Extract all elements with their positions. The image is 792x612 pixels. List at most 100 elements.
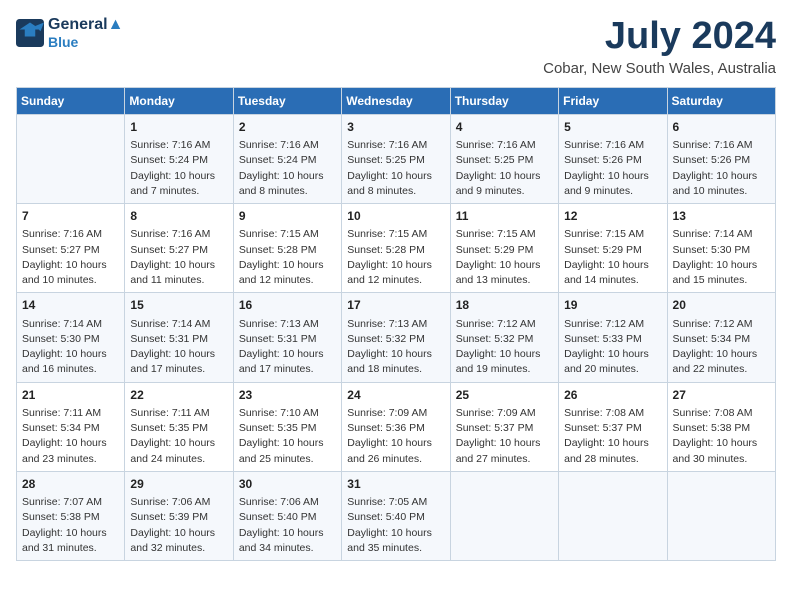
day-number: 22	[130, 387, 227, 404]
logo-text: General▲ Blue	[48, 16, 123, 50]
column-header-saturday: Saturday	[667, 87, 775, 114]
day-number: 3	[347, 119, 444, 136]
calendar-cell: 18 Sunrise: 7:12 AM Sunset: 5:32 PM Dayli…	[450, 293, 558, 382]
week-row-3: 14 Sunrise: 7:14 AM Sunset: 5:30 PM Dayli…	[17, 293, 776, 382]
day-number: 14	[22, 297, 119, 314]
day-number: 12	[564, 208, 661, 225]
day-info: Sunrise: 7:12 AM Sunset: 5:34 PM Dayligh…	[673, 317, 770, 378]
day-number: 7	[22, 208, 119, 225]
day-info: Sunrise: 7:13 AM Sunset: 5:31 PM Dayligh…	[239, 317, 336, 378]
calendar-cell: 22 Sunrise: 7:11 AM Sunset: 5:35 PM Dayli…	[125, 382, 233, 471]
title-block: July 2024 Cobar, New South Wales, Austra…	[543, 16, 776, 77]
calendar-cell: 9 Sunrise: 7:15 AM Sunset: 5:28 PM Daylig…	[233, 204, 341, 293]
calendar-cell: 29 Sunrise: 7:06 AM Sunset: 5:39 PM Dayli…	[125, 471, 233, 560]
day-number: 31	[347, 476, 444, 493]
day-info: Sunrise: 7:09 AM Sunset: 5:37 PM Dayligh…	[456, 406, 553, 467]
calendar-cell: 11Sunrise: 7:15 AM Sunset: 5:29 PM Dayli…	[450, 204, 558, 293]
calendar-cell: 23 Sunrise: 7:10 AM Sunset: 5:35 PM Dayli…	[233, 382, 341, 471]
calendar-cell: 30 Sunrise: 7:06 AM Sunset: 5:40 PM Dayli…	[233, 471, 341, 560]
day-info: Sunrise: 7:11 AM Sunset: 5:34 PM Dayligh…	[22, 406, 119, 467]
calendar-cell: 13 Sunrise: 7:14 AM Sunset: 5:30 PM Dayli…	[667, 204, 775, 293]
day-number: 1	[130, 119, 227, 136]
day-info: Sunrise: 7:08 AM Sunset: 5:38 PM Dayligh…	[673, 406, 770, 467]
calendar-cell: 27 Sunrise: 7:08 AM Sunset: 5:38 PM Dayli…	[667, 382, 775, 471]
calendar-cell	[450, 471, 558, 560]
day-number: 25	[456, 387, 553, 404]
day-info: Sunrise: 7:16 AM Sunset: 5:24 PM Dayligh…	[130, 138, 227, 199]
day-info: Sunrise: 7:15 AM Sunset: 5:28 PM Dayligh…	[347, 227, 444, 288]
calendar-cell: 31 Sunrise: 7:05 AM Sunset: 5:40 PM Dayli…	[342, 471, 450, 560]
week-row-1: 1 Sunrise: 7:16 AM Sunset: 5:24 PM Daylig…	[17, 114, 776, 203]
calendar-cell: 5 Sunrise: 7:16 AM Sunset: 5:26 PM Daylig…	[559, 114, 667, 203]
day-number: 29	[130, 476, 227, 493]
calendar-cell	[667, 471, 775, 560]
day-info: Sunrise: 7:05 AM Sunset: 5:40 PM Dayligh…	[347, 495, 444, 556]
day-info: Sunrise: 7:16 AM Sunset: 5:27 PM Dayligh…	[22, 227, 119, 288]
day-info: Sunrise: 7:12 AM Sunset: 5:32 PM Dayligh…	[456, 317, 553, 378]
day-info: Sunrise: 7:06 AM Sunset: 5:39 PM Dayligh…	[130, 495, 227, 556]
calendar-cell: 28 Sunrise: 7:07 AM Sunset: 5:38 PM Dayli…	[17, 471, 125, 560]
day-info: Sunrise: 7:16 AM Sunset: 5:26 PM Dayligh…	[673, 138, 770, 199]
calendar-cell: 12 Sunrise: 7:15 AM Sunset: 5:29 PM Dayli…	[559, 204, 667, 293]
day-number: 20	[673, 297, 770, 314]
day-info: Sunrise: 7:10 AM Sunset: 5:35 PM Dayligh…	[239, 406, 336, 467]
calendar-cell: 17 Sunrise: 7:13 AM Sunset: 5:32 PM Dayli…	[342, 293, 450, 382]
day-number: 17	[347, 297, 444, 314]
calendar-cell: 19Sunrise: 7:12 AM Sunset: 5:33 PM Dayli…	[559, 293, 667, 382]
calendar-cell	[559, 471, 667, 560]
day-info: Sunrise: 7:16 AM Sunset: 5:27 PM Dayligh…	[130, 227, 227, 288]
day-number: 11	[456, 208, 553, 225]
logo-icon	[16, 19, 44, 47]
day-info: Sunrise: 7:15 AM Sunset: 5:28 PM Dayligh…	[239, 227, 336, 288]
calendar-cell: 8 Sunrise: 7:16 AM Sunset: 5:27 PM Daylig…	[125, 204, 233, 293]
day-number: 18	[456, 297, 553, 314]
day-number: 26	[564, 387, 661, 404]
column-header-thursday: Thursday	[450, 87, 558, 114]
calendar-cell: 21 Sunrise: 7:11 AM Sunset: 5:34 PM Dayli…	[17, 382, 125, 471]
calendar-cell: 1 Sunrise: 7:16 AM Sunset: 5:24 PM Daylig…	[125, 114, 233, 203]
calendar-cell: 16Sunrise: 7:13 AM Sunset: 5:31 PM Dayli…	[233, 293, 341, 382]
day-number: 8	[130, 208, 227, 225]
day-number: 27	[673, 387, 770, 404]
day-number: 24	[347, 387, 444, 404]
day-number: 28	[22, 476, 119, 493]
day-info: Sunrise: 7:16 AM Sunset: 5:25 PM Dayligh…	[347, 138, 444, 199]
week-row-5: 28 Sunrise: 7:07 AM Sunset: 5:38 PM Dayli…	[17, 471, 776, 560]
day-info: Sunrise: 7:13 AM Sunset: 5:32 PM Dayligh…	[347, 317, 444, 378]
column-header-tuesday: Tuesday	[233, 87, 341, 114]
day-info: Sunrise: 7:16 AM Sunset: 5:24 PM Dayligh…	[239, 138, 336, 199]
header-row: SundayMondayTuesdayWednesdayThursdayFrid…	[17, 87, 776, 114]
day-number: 21	[22, 387, 119, 404]
calendar-cell: 6Sunrise: 7:16 AM Sunset: 5:26 PM Daylig…	[667, 114, 775, 203]
logo: General▲ Blue	[16, 16, 123, 50]
day-info: Sunrise: 7:12 AM Sunset: 5:33 PM Dayligh…	[564, 317, 661, 378]
day-info: Sunrise: 7:14 AM Sunset: 5:30 PM Dayligh…	[22, 317, 119, 378]
day-info: Sunrise: 7:06 AM Sunset: 5:40 PM Dayligh…	[239, 495, 336, 556]
week-row-2: 7 Sunrise: 7:16 AM Sunset: 5:27 PM Daylig…	[17, 204, 776, 293]
day-number: 5	[564, 119, 661, 136]
day-number: 2	[239, 119, 336, 136]
day-info: Sunrise: 7:14 AM Sunset: 5:30 PM Dayligh…	[673, 227, 770, 288]
day-number: 9	[239, 208, 336, 225]
day-number: 30	[239, 476, 336, 493]
calendar-cell: 25 Sunrise: 7:09 AM Sunset: 5:37 PM Dayli…	[450, 382, 558, 471]
day-number: 13	[673, 208, 770, 225]
column-header-monday: Monday	[125, 87, 233, 114]
day-info: Sunrise: 7:16 AM Sunset: 5:26 PM Dayligh…	[564, 138, 661, 199]
calendar-cell: 3 Sunrise: 7:16 AM Sunset: 5:25 PM Daylig…	[342, 114, 450, 203]
day-info: Sunrise: 7:16 AM Sunset: 5:25 PM Dayligh…	[456, 138, 553, 199]
column-header-sunday: Sunday	[17, 87, 125, 114]
calendar-cell: 26Sunrise: 7:08 AM Sunset: 5:37 PM Dayli…	[559, 382, 667, 471]
day-info: Sunrise: 7:07 AM Sunset: 5:38 PM Dayligh…	[22, 495, 119, 556]
week-row-4: 21 Sunrise: 7:11 AM Sunset: 5:34 PM Dayli…	[17, 382, 776, 471]
day-info: Sunrise: 7:09 AM Sunset: 5:36 PM Dayligh…	[347, 406, 444, 467]
day-number: 23	[239, 387, 336, 404]
day-info: Sunrise: 7:14 AM Sunset: 5:31 PM Dayligh…	[130, 317, 227, 378]
calendar-cell: 7 Sunrise: 7:16 AM Sunset: 5:27 PM Daylig…	[17, 204, 125, 293]
day-number: 10	[347, 208, 444, 225]
day-info: Sunrise: 7:11 AM Sunset: 5:35 PM Dayligh…	[130, 406, 227, 467]
page-header: General▲ Blue July 2024 Cobar, New South…	[16, 16, 776, 77]
column-header-friday: Friday	[559, 87, 667, 114]
page-subtitle: Cobar, New South Wales, Australia	[543, 60, 776, 77]
day-info: Sunrise: 7:15 AM Sunset: 5:29 PM Dayligh…	[564, 227, 661, 288]
